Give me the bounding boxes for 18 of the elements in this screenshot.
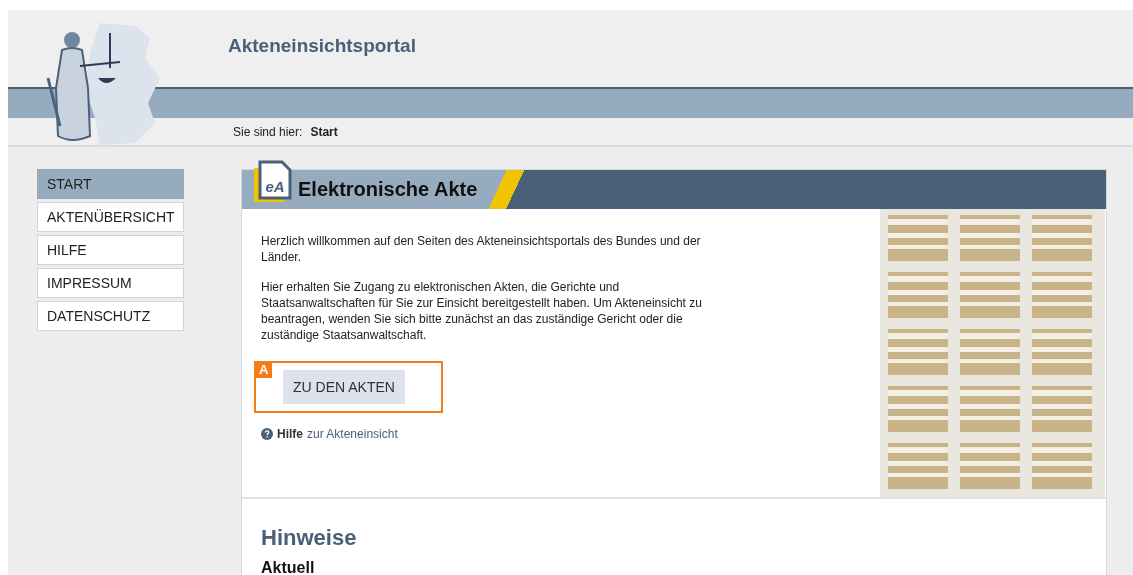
help-link[interactable]: Hilfe [277, 427, 303, 441]
breadcrumb-label: Sie sind hier: [233, 124, 303, 139]
open-files-button[interactable]: ZU DEN AKTEN [283, 370, 405, 404]
section-heading: Hinweise [261, 525, 358, 551]
nav-item[interactable]: IMPRESSUM [37, 268, 184, 298]
panel-title: Elektronische Akte [298, 178, 478, 201]
breadcrumb-current: Start [310, 124, 338, 139]
site-title: Akteneinsichtsportal [228, 35, 416, 57]
help-icon [261, 428, 273, 440]
subsection-heading: Aktuell [261, 559, 316, 575]
nav-item[interactable]: START [37, 169, 184, 199]
paragraph: Herzlich willkommen auf den Seiten des Akteneinsichtsportals des Bundes und der Länder. [261, 233, 702, 265]
nav-item[interactable]: AKTENÜBERSICHT [37, 202, 184, 232]
paragraph: Hier erhalten Sie Zugang zu elektronischen Akten, die Gerichte und Staatsanwaltschaften für Sie zur Einsicht bereitgestellt haben. Um Akteneinsicht zu beantragen, wenden Sie sich bitte zunächst an das zuständige Gericht oder die zuständige Staatsanwaltschaft. [261, 279, 703, 343]
nav-item[interactable]: DATENSCHUTZ [37, 301, 184, 331]
nav-item[interactable]: HILFE [37, 235, 184, 265]
help-text: zur Akteneinsicht [307, 427, 398, 441]
annotation-badge: A [255, 362, 273, 378]
